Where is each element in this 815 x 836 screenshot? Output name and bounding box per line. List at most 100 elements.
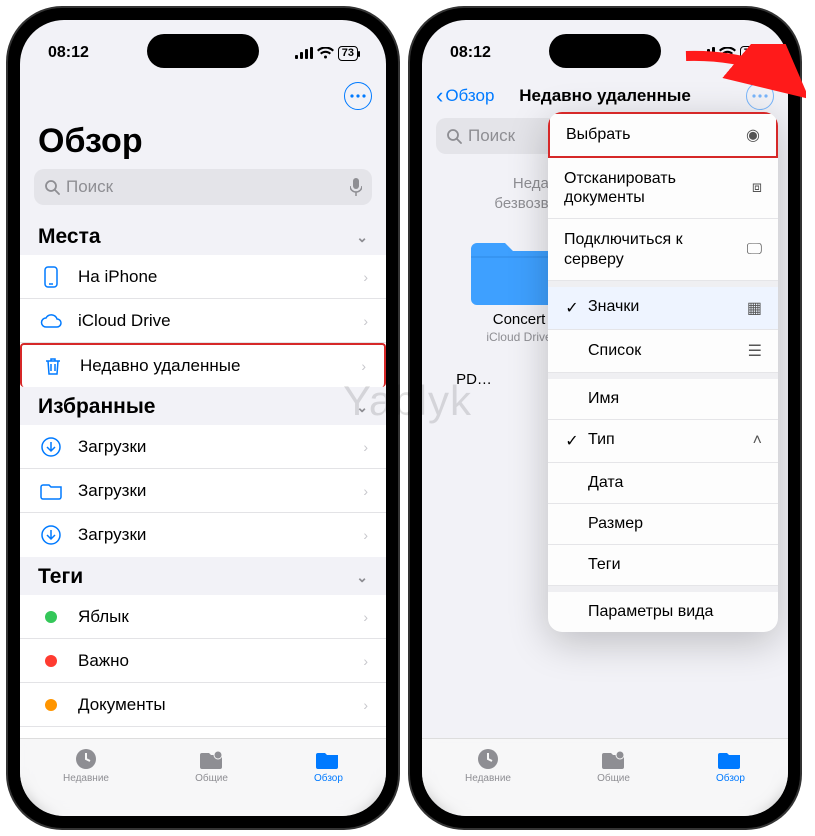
menu-view-options[interactable]: Параметры вида bbox=[548, 592, 778, 632]
section-header-places[interactable]: Места ⌄ bbox=[20, 217, 386, 255]
tag-item[interactable]: Важно› bbox=[20, 639, 386, 683]
phone-left: 08:12 73 Обзор Поиск bbox=[8, 8, 398, 828]
menu-label: Отсканировать документы bbox=[564, 169, 742, 207]
file-name: Concert bbox=[493, 311, 546, 328]
menu-sort-date[interactable]: Дата bbox=[548, 463, 778, 504]
tab-label: Общие bbox=[195, 773, 228, 784]
more-menu-button[interactable] bbox=[746, 82, 774, 110]
menu-view-list[interactable]: Список ☰ bbox=[548, 330, 778, 373]
favorite-item[interactable]: Загрузки › bbox=[20, 513, 386, 557]
iphone-icon bbox=[44, 266, 58, 288]
context-menu: Выбрать ◉ Отсканировать документы ⧈ Подк… bbox=[548, 112, 778, 632]
location-on-iphone[interactable]: На iPhone › bbox=[20, 255, 386, 299]
row-label: Загрузки bbox=[78, 525, 146, 545]
menu-sort-type[interactable]: ✓ Тип ˄ bbox=[548, 420, 778, 463]
clock-icon bbox=[73, 747, 99, 771]
chevron-right-icon: › bbox=[363, 697, 368, 713]
location-recently-deleted[interactable]: Недавно удаленные › bbox=[20, 343, 386, 387]
wifi-icon bbox=[317, 47, 334, 59]
menu-label: Параметры вида bbox=[564, 603, 713, 621]
tab-recents[interactable]: Недавние bbox=[465, 747, 511, 784]
search-icon bbox=[44, 179, 60, 195]
menu-connect-server[interactable]: Подключиться к серверу 🖵 bbox=[548, 219, 778, 280]
tab-bar: Недавние Общие Обзор bbox=[20, 738, 386, 816]
tab-shared[interactable]: Общие bbox=[195, 747, 228, 784]
menu-label: Выбрать bbox=[566, 126, 630, 144]
row-label: Недавно удаленные bbox=[80, 356, 240, 376]
location-icloud-drive[interactable]: iCloud Drive › bbox=[20, 299, 386, 343]
search-placeholder: Поиск bbox=[66, 177, 113, 197]
clock-icon bbox=[475, 747, 501, 771]
tag-dot-icon bbox=[45, 611, 57, 623]
checkmark-circle-icon: ◉ bbox=[746, 125, 760, 145]
menu-sort-size[interactable]: Размер bbox=[548, 504, 778, 545]
tag-item[interactable]: Яблык› bbox=[20, 595, 386, 639]
trash-icon bbox=[44, 356, 62, 376]
tag-item[interactable]: Фильмы› bbox=[20, 727, 386, 738]
chevron-right-icon: › bbox=[363, 609, 368, 625]
tab-label: Общие bbox=[597, 773, 630, 784]
tab-label: Недавние bbox=[63, 773, 109, 784]
chevron-down-icon: ⌄ bbox=[356, 569, 368, 586]
tab-browse[interactable]: Обзор bbox=[314, 747, 343, 784]
cloud-icon bbox=[40, 313, 62, 329]
menu-scan-documents[interactable]: Отсканировать документы ⧈ bbox=[548, 158, 778, 219]
row-label: На iPhone bbox=[78, 267, 157, 287]
battery-icon: 73 bbox=[740, 46, 760, 61]
chevron-right-icon: › bbox=[363, 313, 368, 329]
chevron-up-icon: ˄ bbox=[753, 432, 762, 450]
more-menu-button[interactable] bbox=[344, 82, 372, 110]
tag-item[interactable]: Документы › bbox=[20, 683, 386, 727]
chevron-right-icon: › bbox=[363, 269, 368, 285]
row-label: Загрузки bbox=[78, 437, 146, 457]
checkmark-icon: ✓ bbox=[564, 298, 580, 318]
scan-icon: ⧈ bbox=[752, 179, 762, 197]
shared-folder-icon bbox=[199, 747, 225, 771]
tab-label: Недавние bbox=[465, 773, 511, 784]
menu-label: Размер bbox=[564, 515, 643, 533]
tab-label: Обзор bbox=[716, 773, 745, 784]
section-header-favorites[interactable]: Избранные ⌄ bbox=[20, 387, 386, 425]
row-label: iCloud Drive bbox=[78, 311, 171, 331]
favorite-item[interactable]: Загрузки › bbox=[20, 425, 386, 469]
mic-icon[interactable] bbox=[350, 178, 362, 196]
file-item-partial[interactable]: PD… bbox=[444, 365, 504, 512]
section-title: Места bbox=[38, 225, 101, 249]
menu-label: Теги bbox=[564, 556, 621, 574]
section-header-tags[interactable]: Теги ⌄ bbox=[20, 557, 386, 595]
menu-sort-tags[interactable]: Теги bbox=[548, 545, 778, 586]
chevron-right-icon: › bbox=[363, 527, 368, 543]
menu-label: Тип bbox=[588, 431, 615, 451]
download-icon bbox=[41, 437, 61, 457]
folder-icon bbox=[40, 482, 62, 500]
shared-folder-icon bbox=[601, 747, 627, 771]
tag-dot-icon bbox=[45, 699, 57, 711]
download-icon bbox=[41, 525, 61, 545]
wifi-icon bbox=[719, 47, 736, 59]
chevron-right-icon: › bbox=[363, 653, 368, 669]
back-button[interactable]: ‹ Обзор bbox=[436, 83, 494, 109]
checkmark-icon: ✓ bbox=[564, 431, 580, 451]
tab-browse[interactable]: Обзор bbox=[716, 747, 745, 784]
menu-label: Подключиться к серверу bbox=[564, 230, 737, 268]
chevron-right-icon: › bbox=[363, 483, 368, 499]
menu-view-icons[interactable]: ✓Значки ▦ bbox=[548, 287, 778, 330]
chevron-right-icon: › bbox=[363, 439, 368, 455]
cellular-icon bbox=[697, 47, 715, 59]
nav-title: Недавно удаленные bbox=[519, 86, 691, 106]
grid-icon: ▦ bbox=[747, 298, 762, 318]
chevron-down-icon: ⌄ bbox=[356, 399, 368, 416]
menu-select[interactable]: Выбрать ◉ bbox=[548, 112, 778, 158]
tab-bar: Недавние Общие Обзор bbox=[422, 738, 788, 816]
row-label: Документы bbox=[78, 695, 166, 715]
search-input[interactable]: Поиск bbox=[34, 169, 372, 205]
file-name: PD… bbox=[456, 371, 492, 388]
menu-label: Дата bbox=[564, 474, 623, 492]
tab-recents[interactable]: Недавние bbox=[63, 747, 109, 784]
tag-dot-icon bbox=[45, 655, 57, 667]
favorite-item[interactable]: Загрузки › bbox=[20, 469, 386, 513]
phone-right: 08:12 73 ‹ Обзор Недавно удаленные bbox=[410, 8, 800, 828]
menu-sort-name[interactable]: Имя bbox=[548, 379, 778, 420]
tab-shared[interactable]: Общие bbox=[597, 747, 630, 784]
section-title: Избранные bbox=[38, 395, 155, 419]
